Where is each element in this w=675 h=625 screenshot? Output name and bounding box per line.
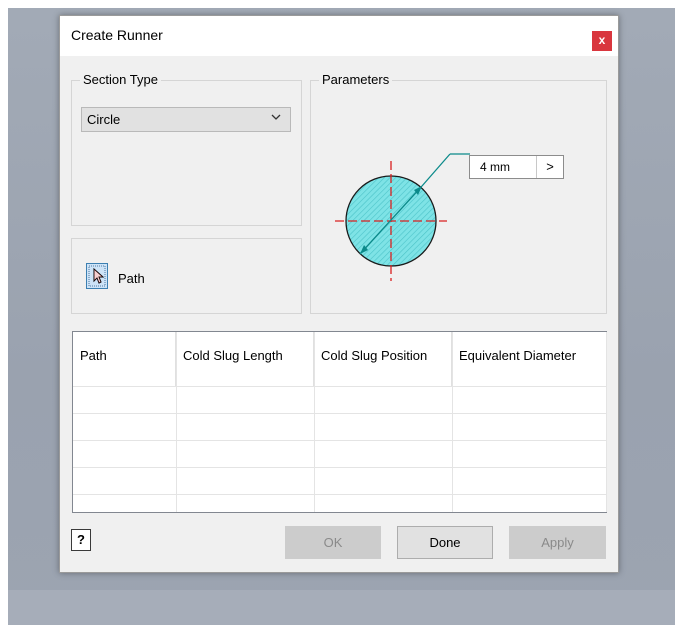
section-type-value: Circle (87, 112, 121, 127)
table-row[interactable] (73, 440, 606, 441)
parameters-label: Parameters (319, 72, 393, 87)
app-background-bottom (8, 590, 675, 625)
column-header-cold-slug-position[interactable]: Cold Slug Position (314, 332, 452, 386)
column-divider (606, 332, 607, 512)
apply-button[interactable]: Apply (509, 526, 606, 559)
title-bar[interactable]: Create Runner x (60, 16, 618, 56)
runner-table[interactable]: Path Cold Slug Length Cold Slug Position… (72, 331, 607, 513)
column-header-path[interactable]: Path (73, 332, 176, 386)
path-select-button[interactable] (86, 263, 108, 289)
table-row[interactable] (73, 386, 606, 387)
done-button[interactable]: Done (397, 526, 493, 559)
section-type-group: Section Type (71, 72, 302, 226)
expand-arrow-button[interactable]: > (536, 156, 563, 178)
path-label: Path (118, 271, 145, 286)
create-runner-dialog: Create Runner x Section Type Circle Path… (59, 15, 619, 573)
circle-section-diagram (335, 153, 470, 281)
ok-button[interactable]: OK (285, 526, 381, 559)
diameter-value: 4 mm (480, 160, 510, 174)
chevron-down-icon (270, 111, 282, 126)
close-button[interactable]: x (592, 31, 612, 51)
table-row[interactable] (73, 413, 606, 414)
column-divider (452, 332, 453, 512)
help-icon: ? (77, 532, 85, 547)
diameter-input[interactable]: 4 mm > (469, 155, 564, 179)
leader-line (421, 153, 451, 187)
dialog-title: Create Runner (71, 27, 163, 43)
help-button[interactable]: ? (71, 529, 91, 551)
column-divider (176, 332, 177, 512)
table-row[interactable] (73, 467, 606, 468)
column-divider (314, 332, 315, 512)
section-type-label: Section Type (80, 72, 161, 87)
section-type-dropdown[interactable]: Circle (81, 107, 291, 132)
column-header-equivalent-diameter[interactable]: Equivalent Diameter (452, 332, 607, 386)
table-row[interactable] (73, 494, 606, 495)
column-header-cold-slug-length[interactable]: Cold Slug Length (176, 332, 314, 386)
